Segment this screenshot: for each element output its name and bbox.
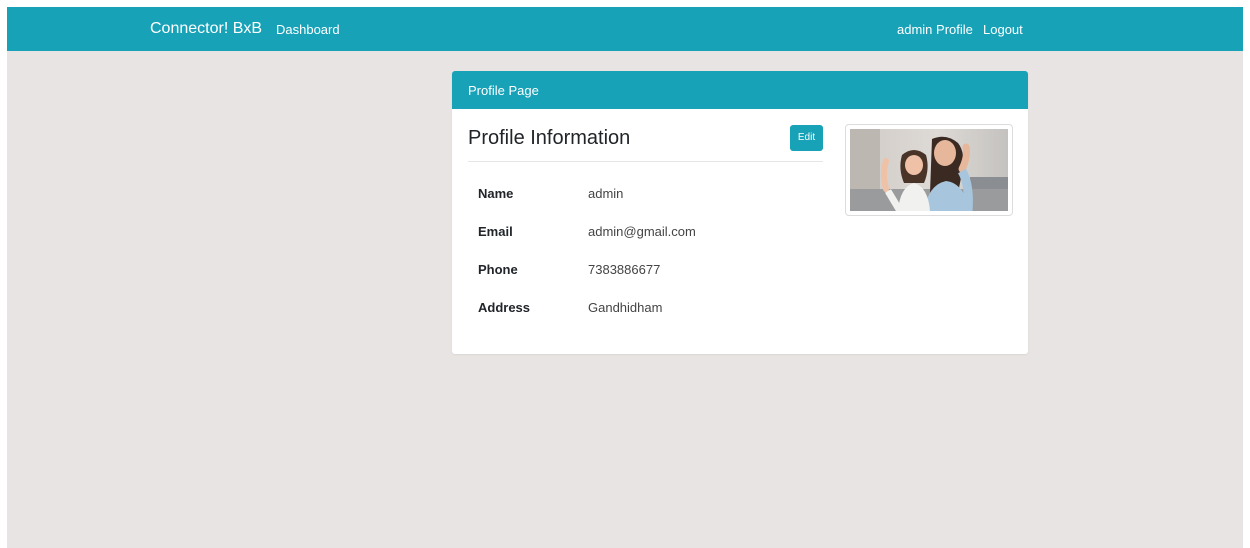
field-label: Name	[478, 186, 514, 201]
profile-photo-frame	[845, 124, 1013, 216]
brand-link[interactable]: Connector! BxB	[150, 19, 262, 39]
profile-information-heading: Profile Information	[468, 127, 631, 149]
field-value: admin@gmail.com	[588, 224, 696, 239]
card-header-title: Profile Page	[468, 83, 539, 98]
field-value: Gandhidham	[588, 300, 663, 315]
field-value: admin	[588, 186, 624, 201]
nav-dashboard-link[interactable]: Dashboard	[276, 21, 340, 38]
edit-button[interactable]: Edit	[790, 125, 823, 151]
field-value: 7383886677	[588, 262, 661, 277]
page-viewport: Connector! BxB Dashboard admin Profile L…	[7, 7, 1243, 548]
profile-photo	[850, 129, 1008, 211]
top-navbar: Connector! BxB Dashboard admin Profile L…	[7, 7, 1243, 51]
nav-profile-link[interactable]: admin Profile	[897, 21, 973, 38]
field-label: Address	[478, 300, 531, 315]
card-header: Profile Page	[452, 71, 1028, 109]
field-label: Email	[478, 224, 513, 239]
field-label: Phone	[478, 262, 518, 277]
profile-card: Profile Page Profile Information Edit Na…	[452, 71, 1028, 354]
section-divider	[468, 161, 823, 162]
nav-logout-link[interactable]: Logout	[983, 21, 1023, 38]
